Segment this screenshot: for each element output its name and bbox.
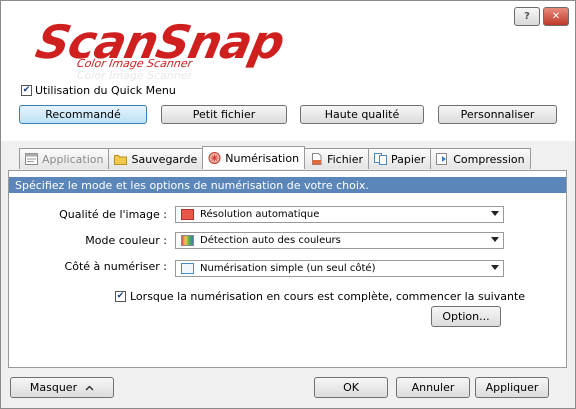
preset-high-quality-button[interactable]: Haute qualité bbox=[300, 105, 424, 124]
image-quality-value: Résolution automatique bbox=[200, 209, 320, 220]
settings-tabs: Application Sauvegarde Numérisation Fich… bbox=[19, 146, 531, 170]
chevron-up-icon bbox=[85, 381, 94, 394]
quick-menu-label: Utilisation du Quick Menu bbox=[35, 84, 176, 97]
tab-application[interactable]: Application bbox=[19, 148, 110, 169]
tab-application-label: Application bbox=[42, 152, 104, 166]
apply-button[interactable]: Appliquer bbox=[475, 377, 549, 398]
preset-recommended-button[interactable]: Recommandé bbox=[19, 105, 147, 124]
tab-sauvegarde-label: Sauvegarde bbox=[131, 152, 198, 166]
image-quality-icon bbox=[181, 209, 194, 220]
sides-select[interactable]: Numérisation simple (un seul côté) bbox=[175, 260, 504, 277]
panel-banner: Spécifiez le mode et les options de numé… bbox=[9, 177, 566, 193]
tab-numerisation-label: Numérisation bbox=[225, 151, 300, 165]
paper-icon bbox=[374, 153, 388, 165]
tab-fichier[interactable]: Fichier bbox=[304, 148, 370, 169]
color-mode-label: Mode couleur : bbox=[85, 234, 167, 247]
folder-icon bbox=[114, 153, 128, 165]
title-bar-buttons: ? ✕ bbox=[514, 7, 569, 26]
chevron-down-icon bbox=[491, 265, 499, 270]
color-mode-select[interactable]: Détection auto des couleurs bbox=[175, 232, 504, 249]
tab-numerisation[interactable]: Numérisation bbox=[202, 146, 306, 169]
close-button[interactable]: ✕ bbox=[543, 7, 569, 26]
application-icon bbox=[25, 153, 38, 165]
quick-menu-option[interactable]: ✔ Utilisation du Quick Menu bbox=[21, 84, 176, 97]
help-button[interactable]: ? bbox=[514, 7, 540, 26]
ok-button[interactable]: OK bbox=[314, 377, 388, 398]
scansnap-settings-window: ? ✕ ScanSnap Color Image Scanner Color I… bbox=[0, 0, 576, 409]
preset-custom-button[interactable]: Personnaliser bbox=[438, 105, 557, 124]
quick-menu-checkbox[interactable]: ✔ bbox=[21, 85, 32, 96]
footer-bar: Masquer OK Annuler Appliquer bbox=[1, 368, 575, 408]
continue-scan-label: Lorsque la numérisation en cours est com… bbox=[130, 290, 526, 303]
color-mode-icon bbox=[181, 235, 194, 246]
cancel-button[interactable]: Annuler bbox=[396, 377, 470, 398]
scan-settings-panel: Spécifiez le mode et les options de numé… bbox=[8, 170, 567, 368]
tab-papier-label: Papier bbox=[391, 152, 426, 166]
file-icon bbox=[310, 153, 323, 165]
tab-papier[interactable]: Papier bbox=[368, 148, 432, 169]
sides-label: Côté à numériser : bbox=[64, 260, 167, 273]
scan-icon bbox=[208, 152, 221, 164]
chevron-down-icon bbox=[491, 237, 499, 242]
sides-value: Numérisation simple (un seul côté) bbox=[200, 263, 376, 274]
hide-button[interactable]: Masquer bbox=[10, 377, 114, 398]
compression-icon bbox=[436, 153, 449, 165]
color-mode-value: Détection auto des couleurs bbox=[200, 235, 341, 246]
tab-sauvegarde[interactable]: Sauvegarde bbox=[108, 148, 204, 169]
header-area: ? ✕ ScanSnap Color Image Scanner Color I… bbox=[1, 1, 575, 141]
continue-scan-option[interactable]: ✔ Lorsque la numérisation en cours est c… bbox=[115, 290, 525, 303]
logo-reflection: Color Image Scanner bbox=[77, 69, 193, 82]
single-side-icon bbox=[181, 263, 194, 274]
tab-fichier-label: Fichier bbox=[327, 152, 364, 166]
option-button[interactable]: Option... bbox=[431, 306, 501, 327]
tab-compression-label: Compression bbox=[453, 152, 525, 166]
scansnap-logo: ScanSnap Color Image Scanner Color Image… bbox=[31, 15, 297, 89]
preset-small-file-button[interactable]: Petit fichier bbox=[161, 105, 287, 124]
continue-scan-checkbox[interactable]: ✔ bbox=[115, 291, 126, 302]
image-quality-select[interactable]: Résolution automatique bbox=[175, 206, 504, 223]
image-quality-label: Qualité de l'image : bbox=[59, 208, 167, 221]
chevron-down-icon bbox=[491, 211, 499, 216]
hide-button-label: Masquer bbox=[29, 381, 78, 394]
tab-compression[interactable]: Compression bbox=[430, 148, 531, 169]
